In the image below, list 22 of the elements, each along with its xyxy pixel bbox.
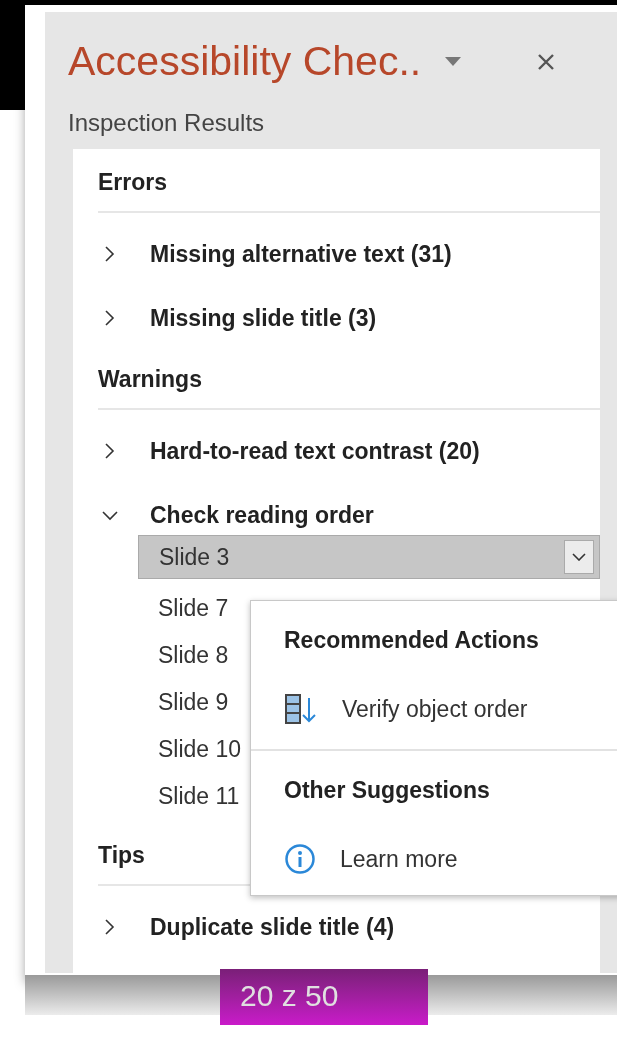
- issue-item[interactable]: Missing slide title (3): [150, 300, 377, 336]
- page-counter: 20 z 50: [220, 969, 428, 1025]
- reading-order-icon: [284, 692, 318, 726]
- dropdown-button[interactable]: [564, 540, 594, 574]
- issue-item[interactable]: Hard-to-read text contrast (20): [150, 433, 480, 469]
- action-link[interactable]: Verify object order: [342, 691, 528, 727]
- dropdown-caret-icon[interactable]: [445, 56, 462, 66]
- issue-item[interactable]: Check reading order: [150, 497, 374, 533]
- issue-item[interactable]: Missing alternative text (31): [150, 236, 452, 272]
- issue-item[interactable]: Duplicate slide title (4): [150, 909, 395, 945]
- section-heading: Tips: [98, 841, 145, 870]
- inspection-results-label: Inspection Results: [68, 108, 266, 139]
- chevron-down-icon: [572, 553, 586, 561]
- close-icon[interactable]: [537, 53, 556, 72]
- info-icon: [284, 843, 316, 875]
- section-heading: Warnings: [98, 365, 202, 394]
- popup-heading: Other Suggestions: [284, 776, 491, 805]
- section-heading: Errors: [98, 168, 168, 197]
- pane-title: Accessibility Chec..: [68, 37, 422, 87]
- slide-select[interactable]: Slide 3: [138, 535, 600, 579]
- popup-heading: Recommended Actions: [284, 626, 540, 655]
- action-link[interactable]: Learn more: [340, 841, 458, 877]
